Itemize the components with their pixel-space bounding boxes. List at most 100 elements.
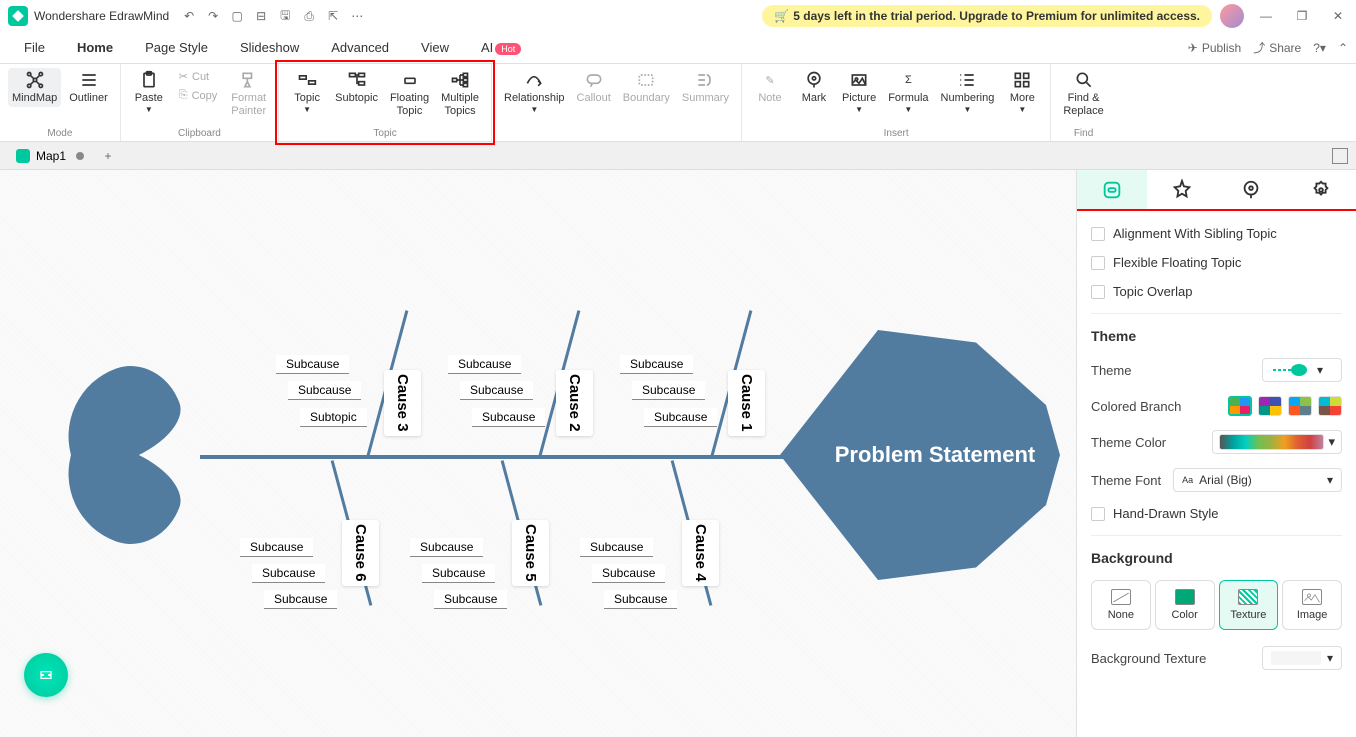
menu-file[interactable]: File bbox=[8, 36, 61, 59]
cause-6-label[interactable]: Cause 6 bbox=[342, 520, 379, 586]
theme-color-dropdown[interactable]: ▾ bbox=[1212, 430, 1342, 454]
swatch-2[interactable] bbox=[1258, 396, 1282, 416]
cause-5-sub-1[interactable]: Subcause bbox=[410, 538, 483, 557]
swatch-3[interactable] bbox=[1288, 396, 1312, 416]
print-icon[interactable]: ⎙ bbox=[301, 8, 317, 24]
highlight-topic-group bbox=[275, 60, 495, 145]
cause-5-sub-3[interactable]: Subcause bbox=[434, 590, 507, 609]
cause-3-label[interactable]: Cause 3 bbox=[384, 370, 421, 436]
bg-option-color[interactable]: Color bbox=[1155, 580, 1215, 630]
chat-fab[interactable] bbox=[24, 653, 68, 697]
add-tab-button[interactable]: + bbox=[100, 148, 116, 164]
canvas[interactable]: Problem Statement Cause 1 Subcause Subca… bbox=[0, 170, 1076, 737]
cause-6-sub-2[interactable]: Subcause bbox=[252, 564, 325, 583]
publish-button[interactable]: ✈Publish bbox=[1188, 41, 1241, 55]
menu-slideshow[interactable]: Slideshow bbox=[224, 36, 315, 59]
check-flexible[interactable]: Flexible Floating Topic bbox=[1091, 255, 1342, 270]
ribbon: MindMap Outliner Mode Paste ▼ ✂Cut ⎘Copy… bbox=[0, 64, 1356, 142]
menu-page-style[interactable]: Page Style bbox=[129, 36, 224, 59]
relationship-button[interactable]: Relationship ▼ bbox=[500, 68, 569, 116]
help-button[interactable]: ?▾ bbox=[1313, 41, 1326, 55]
paste-button[interactable]: Paste ▼ bbox=[129, 68, 169, 116]
menu-view[interactable]: View bbox=[405, 36, 465, 59]
checkbox[interactable] bbox=[1091, 256, 1105, 270]
label-bg-texture: Background Texture bbox=[1091, 651, 1206, 666]
more-icon[interactable]: ⋯ bbox=[349, 8, 365, 24]
document-tab[interactable]: Map1 bbox=[8, 145, 92, 167]
cause-5-sub-2[interactable]: Subcause bbox=[422, 564, 495, 583]
undo-icon[interactable]: ↶ bbox=[181, 8, 197, 24]
swatch-4[interactable] bbox=[1318, 396, 1342, 416]
fishbone-diagram[interactable]: Problem Statement Cause 1 Subcause Subca… bbox=[60, 270, 1060, 640]
formula-button[interactable]: ΣFormula▼ bbox=[884, 68, 932, 116]
boundary-button[interactable]: Boundary bbox=[619, 68, 674, 107]
cut-button[interactable]: ✂Cut bbox=[173, 68, 224, 85]
trial-banner[interactable]: 🛒 5 days left in the trial period. Upgra… bbox=[762, 5, 1212, 27]
swatch-1[interactable] bbox=[1228, 396, 1252, 416]
maximize-button[interactable]: ❐ bbox=[1292, 6, 1312, 26]
bg-option-texture[interactable]: Texture bbox=[1219, 580, 1279, 630]
cause-1-sub-1[interactable]: Subcause bbox=[620, 355, 693, 374]
theme-font-dropdown[interactable]: AaArial (Big)▾ bbox=[1173, 468, 1342, 492]
cause-2-label[interactable]: Cause 2 bbox=[556, 370, 593, 436]
outliner-button[interactable]: Outliner bbox=[65, 68, 112, 107]
cause-6-sub-3[interactable]: Subcause bbox=[264, 590, 337, 609]
cause-1-sub-3[interactable]: Subcause bbox=[644, 408, 717, 427]
chevron-down-icon: ▼ bbox=[963, 105, 971, 114]
cause-3-sub-1[interactable]: Subcause bbox=[276, 355, 349, 374]
cause-1-sub-2[interactable]: Subcause bbox=[632, 381, 705, 400]
menu-home[interactable]: Home bbox=[61, 36, 129, 59]
mark-button[interactable]: Mark bbox=[794, 68, 834, 107]
note-button[interactable]: ✎Note bbox=[750, 68, 790, 107]
find-icon bbox=[1074, 70, 1094, 90]
bg-option-image[interactable]: Image bbox=[1282, 580, 1342, 630]
check-hand-drawn[interactable]: Hand-Drawn Style bbox=[1091, 506, 1342, 521]
cause-5-label[interactable]: Cause 5 bbox=[512, 520, 549, 586]
toggle-panel-button[interactable] bbox=[1332, 148, 1348, 164]
check-overlap[interactable]: Topic Overlap bbox=[1091, 284, 1342, 299]
collapse-ribbon-button[interactable]: ⌃ bbox=[1338, 41, 1348, 55]
menu-ai[interactable]: AIHot bbox=[465, 36, 537, 59]
minimize-button[interactable]: — bbox=[1256, 6, 1276, 26]
callout-button[interactable]: Callout bbox=[573, 68, 615, 107]
avatar[interactable] bbox=[1220, 4, 1244, 28]
cause-4-label[interactable]: Cause 4 bbox=[682, 520, 719, 586]
checkbox[interactable] bbox=[1091, 507, 1105, 521]
summary-button[interactable]: Summary bbox=[678, 68, 733, 107]
checkbox[interactable] bbox=[1091, 285, 1105, 299]
checkbox[interactable] bbox=[1091, 227, 1105, 241]
copy-button[interactable]: ⎘Copy bbox=[173, 87, 224, 104]
bg-texture-dropdown[interactable]: ▾ bbox=[1262, 646, 1342, 670]
theme-dropdown[interactable]: ▾ bbox=[1262, 358, 1342, 382]
open-icon[interactable]: ⊟ bbox=[253, 8, 269, 24]
new-icon[interactable]: ▢ bbox=[229, 8, 245, 24]
share-button[interactable]: ⤴Share bbox=[1253, 39, 1301, 56]
menu-advanced[interactable]: Advanced bbox=[315, 36, 405, 59]
numbering-icon bbox=[957, 70, 977, 90]
cause-6-sub-1[interactable]: Subcause bbox=[240, 538, 313, 557]
cause-3-sub-2[interactable]: Subcause bbox=[288, 381, 361, 400]
check-alignment[interactable]: Alignment With Sibling Topic bbox=[1091, 226, 1342, 241]
cause-3-sub-3[interactable]: Subtopic bbox=[300, 408, 367, 427]
outliner-icon bbox=[79, 70, 99, 90]
close-button[interactable]: ✕ bbox=[1328, 6, 1348, 26]
numbering-button[interactable]: Numbering▼ bbox=[937, 68, 999, 116]
format-painter-button[interactable]: Format Painter bbox=[227, 68, 270, 120]
unsaved-indicator bbox=[76, 152, 84, 160]
export-icon[interactable]: ⇱ bbox=[325, 8, 341, 24]
find-replace-button[interactable]: Find & Replace bbox=[1059, 68, 1107, 120]
picture-button[interactable]: Picture▼ bbox=[838, 68, 880, 116]
fish-head[interactable]: Problem Statement bbox=[780, 330, 1060, 580]
cause-2-sub-2[interactable]: Subcause bbox=[460, 381, 533, 400]
redo-icon[interactable]: ↷ bbox=[205, 8, 221, 24]
cause-2-sub-1[interactable]: Subcause bbox=[448, 355, 521, 374]
bg-option-none[interactable]: None bbox=[1091, 580, 1151, 630]
save-icon[interactable]: 🖫 bbox=[277, 8, 293, 24]
cause-4-sub-3[interactable]: Subcause bbox=[604, 590, 677, 609]
more-button[interactable]: More▼ bbox=[1002, 68, 1042, 116]
cause-4-sub-1[interactable]: Subcause bbox=[580, 538, 653, 557]
cause-4-sub-2[interactable]: Subcause bbox=[592, 564, 665, 583]
mindmap-button[interactable]: MindMap bbox=[8, 68, 61, 107]
cause-2-sub-3[interactable]: Subcause bbox=[472, 408, 545, 427]
cause-1-label[interactable]: Cause 1 bbox=[728, 370, 765, 436]
